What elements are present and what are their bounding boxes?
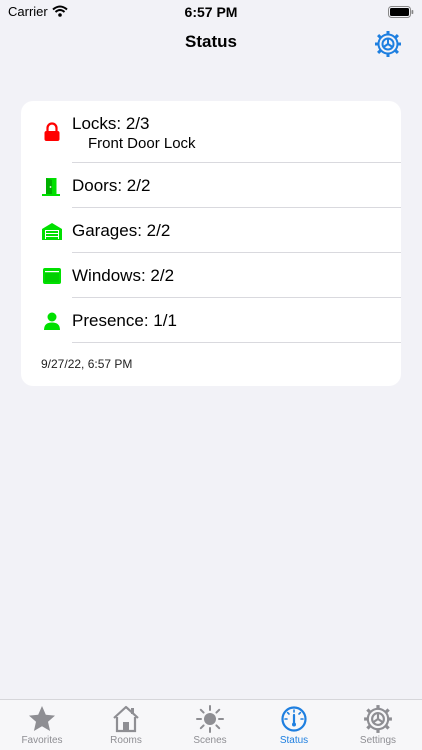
star-icon	[29, 706, 55, 731]
doors-label: Doors: 2/2	[72, 176, 151, 195]
door-icon	[41, 175, 63, 197]
status-bar: Carrier 6:57 PM	[0, 0, 422, 24]
status-row-locks[interactable]: Locks: 2/3 Front Door Lock	[21, 101, 401, 163]
gear-icon	[364, 705, 392, 733]
status-row-windows[interactable]: Windows: 2/2	[21, 253, 401, 298]
window-icon	[41, 265, 63, 287]
gauge-icon	[281, 706, 307, 732]
tab-settings-label: Settings	[359, 735, 397, 746]
tab-status[interactable]: Status	[252, 702, 336, 750]
windows-label: Windows: 2/2	[72, 266, 175, 285]
lock-icon	[41, 121, 63, 143]
status-row-presence[interactable]: Presence: 1/1	[21, 298, 401, 343]
tab-status-label: Status	[279, 735, 309, 746]
settings-gear-button[interactable]	[374, 30, 402, 58]
row-divider	[72, 342, 401, 343]
tab-scenes-label: Scenes	[193, 735, 227, 746]
tab-favorites-label: Favorites	[21, 735, 63, 746]
last-updated-timestamp: 9/27/22, 6:57 PM	[41, 357, 133, 371]
locks-detail: Front Door Lock	[88, 135, 196, 152]
status-card: Locks: 2/3 Front Door Lock Doors: 2/2 Ga…	[21, 101, 401, 386]
tab-scenes[interactable]: Scenes	[168, 702, 252, 750]
presence-label: Presence: 1/1	[72, 311, 177, 330]
sun-icon	[196, 705, 224, 733]
status-row-doors[interactable]: Doors: 2/2	[21, 163, 401, 208]
tab-rooms-label: Rooms	[110, 735, 142, 746]
status-time: 6:57 PM	[184, 4, 238, 20]
house-icon	[113, 705, 139, 733]
garage-icon	[41, 220, 63, 242]
tab-settings[interactable]: Settings	[336, 702, 420, 750]
status-row-garages[interactable]: Garages: 2/2	[21, 208, 401, 253]
page-title: Status	[185, 32, 237, 51]
battery-icon	[388, 5, 414, 18]
locks-label: Locks: 2/3	[72, 114, 150, 133]
person-icon	[41, 310, 63, 332]
tab-favorites[interactable]: Favorites	[0, 702, 84, 750]
tab-bar: Favorites Rooms Scenes Status Settings	[0, 699, 422, 750]
tab-rooms[interactable]: Rooms	[84, 702, 168, 750]
gear-icon	[375, 31, 401, 57]
garages-label: Garages: 2/2	[72, 221, 171, 240]
